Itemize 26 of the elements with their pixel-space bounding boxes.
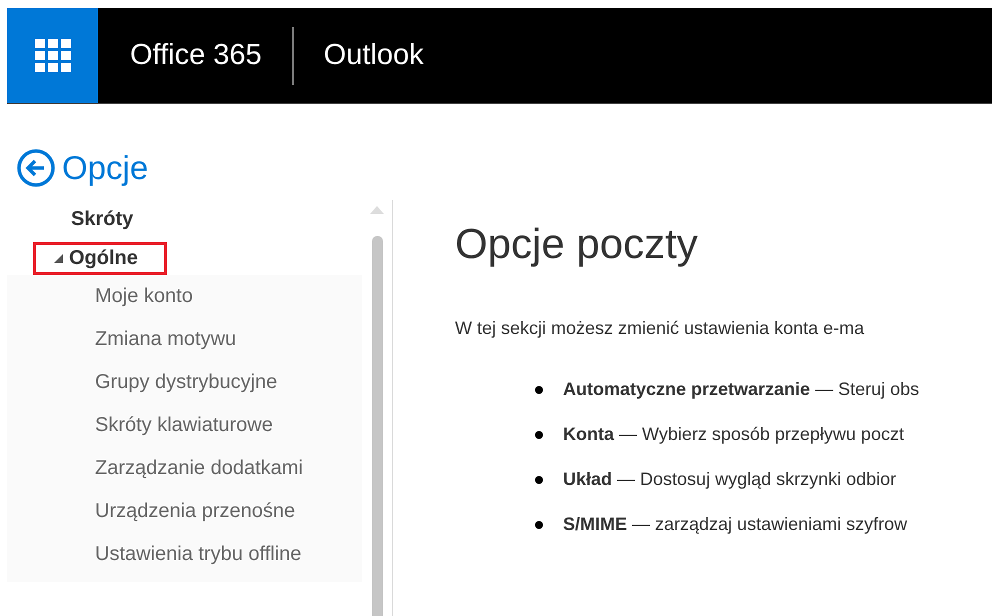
- options-heading[interactable]: Opcje: [62, 149, 148, 187]
- nav-item[interactable]: Grupy dystrybucyjne: [7, 361, 362, 404]
- nav-group[interactable]: Ogólne: [33, 242, 167, 275]
- page-title: Opcje poczty: [455, 220, 699, 268]
- nav-item[interactable]: Zmiana motywu: [7, 318, 362, 361]
- bullet-text: Automatyczne przetwarzanie — Steruj obs: [563, 379, 920, 400]
- nav-item[interactable]: Skróty klawiaturowe: [7, 404, 362, 447]
- grid-icon: [34, 38, 70, 72]
- nav-item[interactable]: Moje konto: [7, 275, 362, 318]
- app-launcher-button[interactable]: [7, 8, 98, 103]
- bullet-text: Układ — Dostosuj wygląd skrzynki odbior: [563, 469, 896, 490]
- expand-triangle-icon: [54, 254, 63, 263]
- nav-item[interactable]: Ustawienia trybu offline: [7, 533, 362, 576]
- suite-title[interactable]: Office 365: [130, 39, 262, 72]
- nav-item[interactable]: Skróty: [7, 200, 362, 238]
- nav-item[interactable]: Urządzenia przenośne: [7, 490, 362, 533]
- nav-item[interactable]: Zarządzanie dodatkami: [7, 447, 362, 490]
- intro-text: W tej sekcji możesz zmienić ustawienia konta e-ma: [455, 318, 866, 339]
- bullet-icon: [535, 476, 543, 484]
- bullet-icon: [535, 520, 543, 528]
- bullet-text: S/MIME — zarządzaj ustawieniami szyfrow: [563, 514, 908, 535]
- app-title[interactable]: Outlook: [324, 39, 424, 72]
- scrollbar-thumb[interactable]: [372, 236, 382, 616]
- bullet-icon: [535, 430, 543, 438]
- bullet-text: Konta — Wybierz sposób przepływu poczt: [563, 424, 904, 445]
- bullet-icon: [535, 386, 543, 394]
